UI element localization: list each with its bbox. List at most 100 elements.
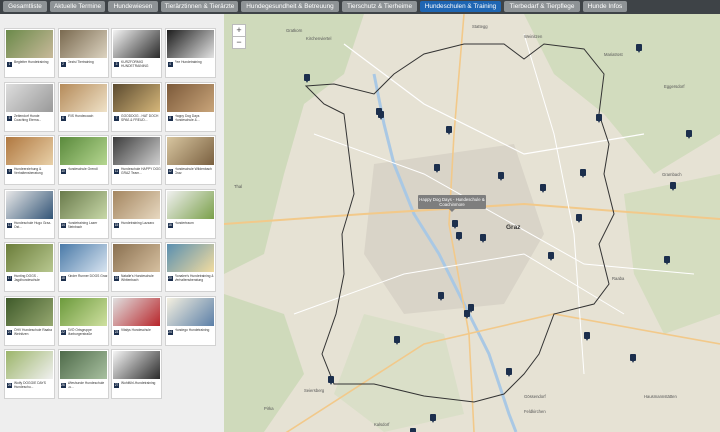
result-card[interactable]: 16 Hundertraum [164,188,216,239]
result-card[interactable]: 15 Hundetraining Lazzaro [111,188,162,239]
result-card[interactable]: 10 Hundeschule Grendl [57,135,109,185]
card-title: Hundeschule HAPPY DOG GRAZ Team... [121,167,161,175]
map-marker[interactable] [636,44,642,53]
result-card[interactable]: 18 Kinder Runner DOGS Graz [57,242,109,292]
card-number-badge: 15 [114,222,119,228]
map-marker[interactable] [480,234,486,243]
result-card[interactable]: 7 GOODDOG - HAT DOCH SPAß & FREUD... [111,81,162,132]
card-title: IRIS Hundecoach [67,113,94,118]
result-card[interactable]: 6 IRIS Hundecoach [57,81,109,132]
map-marker[interactable] [438,292,444,301]
card-title: Hundeschule Wildenbach Graz [174,167,212,175]
card-thumbnail [59,190,107,219]
zoom-out-button[interactable]: − [232,36,246,49]
card-title: Hundertraum [174,220,194,225]
map-marker[interactable] [456,232,462,241]
card-number-badge: 9 [7,169,12,174]
result-card[interactable]: 20 Ronalee's Hundetraining & Verhaltensbe… [164,242,216,292]
map-marker[interactable] [430,414,436,423]
result-card[interactable]: 26 Wieshunde Hundeschule Lu... [57,349,109,399]
map-marker[interactable] [452,220,458,229]
place-label: Seiersberg [304,388,325,393]
card-title: Wieshunde Hundeschule Lu... [67,381,105,389]
card-thumbnail [113,83,160,112]
tab-hunde-infos[interactable]: Hunde Infos [583,1,627,12]
card-number-badge: 26 [60,383,66,388]
card-thumbnail [113,351,160,379]
result-card[interactable]: 5 Zeitendorf Hunde Coaching Eterna... [4,81,55,132]
map-marker[interactable] [548,252,554,261]
map-marker[interactable] [328,376,334,385]
map-marker[interactable] [378,111,384,120]
result-card[interactable]: 2 Dezisi Tiertraining [57,28,109,78]
result-card[interactable]: 27 Wohlfühl-Hundetraining [111,349,162,399]
card-thumbnail [59,297,107,326]
map-marker[interactable] [630,354,636,363]
card-number-badge: 7 [114,115,119,121]
result-card[interactable]: 23 Vitalys Hundeschule [111,295,162,346]
tab-hundegesundheit[interactable]: Hundegesundheit & Betreuung [241,1,339,12]
result-card[interactable]: 25 Wolfy DOGGIE DAYS Hundeschu... [4,349,55,399]
card-number-badge: 6 [60,115,66,121]
map-marker[interactable] [498,172,504,181]
card-title: Hundego Hundetraining [174,327,210,332]
card-thumbnail [59,30,107,58]
map-marker[interactable] [468,304,474,313]
card-thumbnail [166,297,214,326]
place-label: Kalsdorf [374,422,390,427]
tab-tierbedarf[interactable]: Tierbedarf & Tierpflege [504,1,580,12]
map-marker[interactable] [596,114,602,123]
card-number-badge: 8 [167,115,173,121]
result-card[interactable]: 13 Hundeschule Hugo Graz-Ost... [4,188,55,239]
result-card[interactable]: 11 Hundeschule HAPPY DOG GRAZ Team... [111,135,162,185]
map-view[interactable]: + − Gratkorn Kirchenviertel Weinitzen Graz R… [224,14,720,432]
result-card[interactable]: 4 Fee Hundetraining [164,28,216,78]
map-marker[interactable] [410,428,416,432]
result-card[interactable]: 12 Hundeschule Wildenbach Graz [164,135,216,185]
result-card[interactable]: 17 Hunting DOGS - Jagdhundeschule [4,242,55,292]
card-number-badge: 23 [114,329,119,335]
map-background [224,14,720,432]
card-title: Hundeschule Hugo Graz-Ost... [14,220,52,229]
card-title: ÖHV Hundeschule Raaba Weinitzen [14,327,52,336]
card-thumbnail [59,83,107,112]
result-card[interactable]: 19 Natalie's Hundeschule Whitenbach [111,242,162,292]
result-card[interactable]: 8 Happy Dog Days Hundeschule &... [164,81,216,132]
map-marker[interactable] [506,368,512,377]
map-marker[interactable] [576,214,582,223]
tab-hundeschulen-training[interactable]: Hundeschulen & Training [420,1,501,12]
tab-tierschutz[interactable]: Tierschutz & Tierheime [342,1,417,12]
map-marker[interactable] [580,169,586,178]
map-marker[interactable] [584,332,590,341]
result-card[interactable]: 1 Begleiter Hundetraining [4,28,55,78]
place-label: Raaba [612,276,625,281]
map-marker[interactable] [540,184,546,193]
map-marker[interactable] [670,182,676,191]
result-card[interactable]: 21 ÖHV Hundeschule Raaba Weinitzen [4,295,55,346]
result-card[interactable]: 9 Hundeerziehung & Verhaltensberatung [4,135,55,185]
card-thumbnail [6,137,53,165]
tab-hundewiesen[interactable]: Hundewiesen [108,1,158,12]
result-card[interactable]: 24 Hundego Hundetraining [164,295,216,346]
map-marker[interactable] [664,256,670,265]
result-card[interactable]: 3 KURZFORMIG HUNDETRAINING [111,28,162,78]
card-thumbnail [59,244,107,272]
result-card[interactable]: 22 SVÖ Ortsgruppe Marburgerstraße [57,295,109,346]
card-thumbnail [113,30,160,58]
card-number-badge: 24 [167,329,173,335]
map-marker[interactable] [304,74,310,83]
place-label: Eggersdorf [664,84,685,89]
map-marker[interactable] [686,130,692,139]
card-number-badge: 22 [60,329,66,335]
card-thumbnail [113,297,160,326]
map-marker[interactable] [434,164,440,173]
card-thumbnail [6,190,53,219]
result-card[interactable]: 14 Hundetraining Lazer Steinbach [57,188,109,239]
tab-tieraerzte[interactable]: Tierärztinnen & Tierärzte [161,1,238,12]
place-label: Feldkirchen [524,409,546,414]
tab-aktuelle-termine[interactable]: Aktuelle Termine [50,1,105,12]
map-marker[interactable] [394,336,400,345]
tab-gesamtliste[interactable]: Gesamtliste [3,1,47,12]
map-marker[interactable] [446,126,452,135]
card-thumbnail [6,83,53,112]
